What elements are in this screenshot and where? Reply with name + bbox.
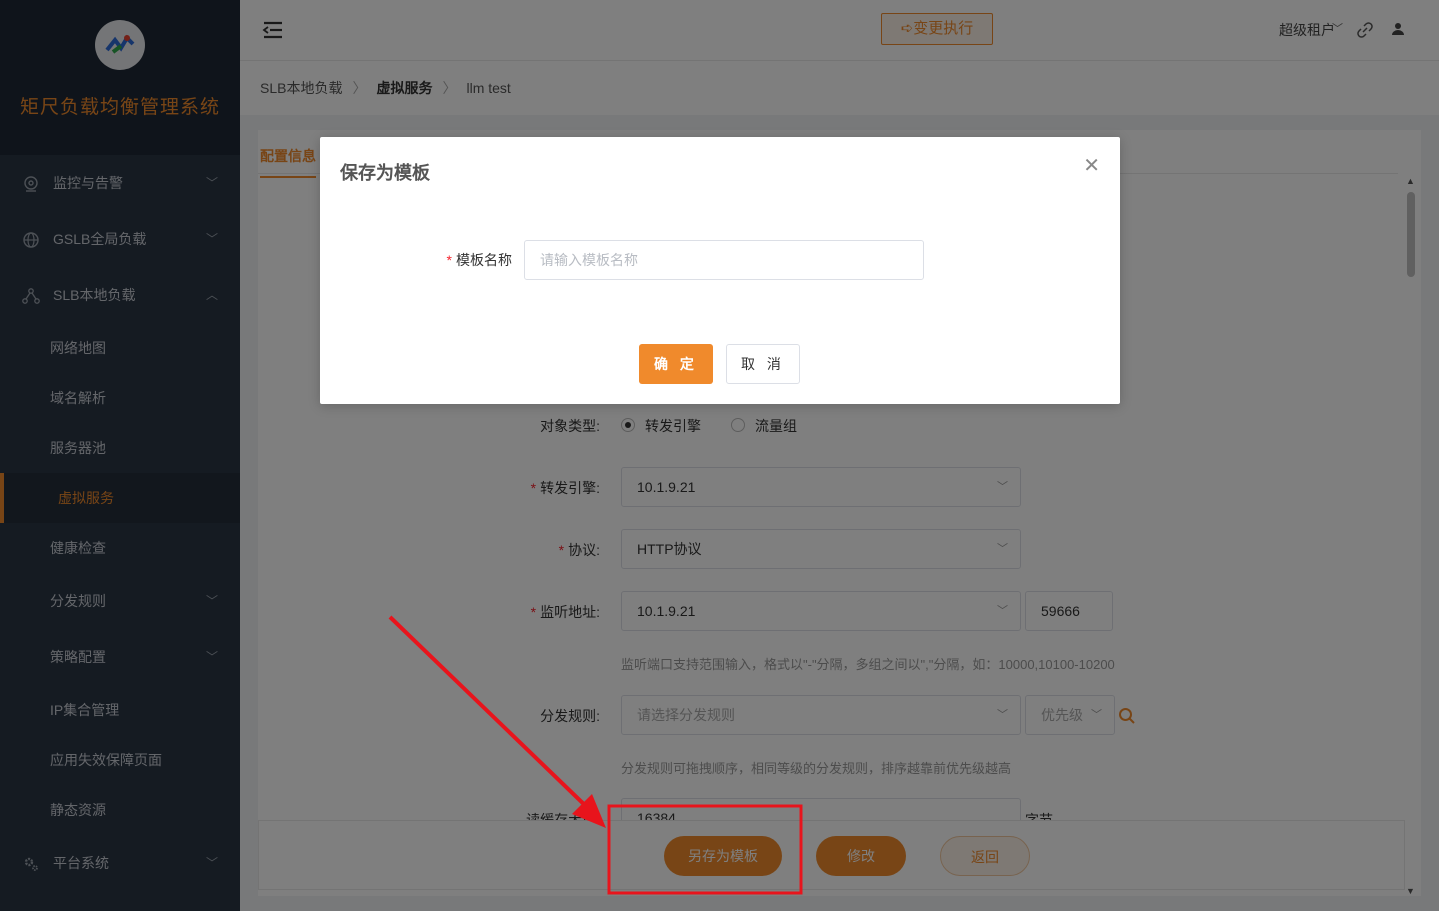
save-template-dialog: 保存为模板 ✕ *模板名称 确 定 取 消 [320, 137, 1120, 404]
template-name-label: * 模板名称 [446, 252, 512, 268]
confirm-button[interactable]: 确 定 [639, 344, 713, 384]
cancel-button[interactable]: 取 消 [726, 344, 800, 384]
close-icon[interactable]: ✕ [1083, 153, 1100, 178]
dialog-title: 保存为模板 [340, 163, 430, 183]
template-name-input[interactable] [524, 240, 924, 280]
